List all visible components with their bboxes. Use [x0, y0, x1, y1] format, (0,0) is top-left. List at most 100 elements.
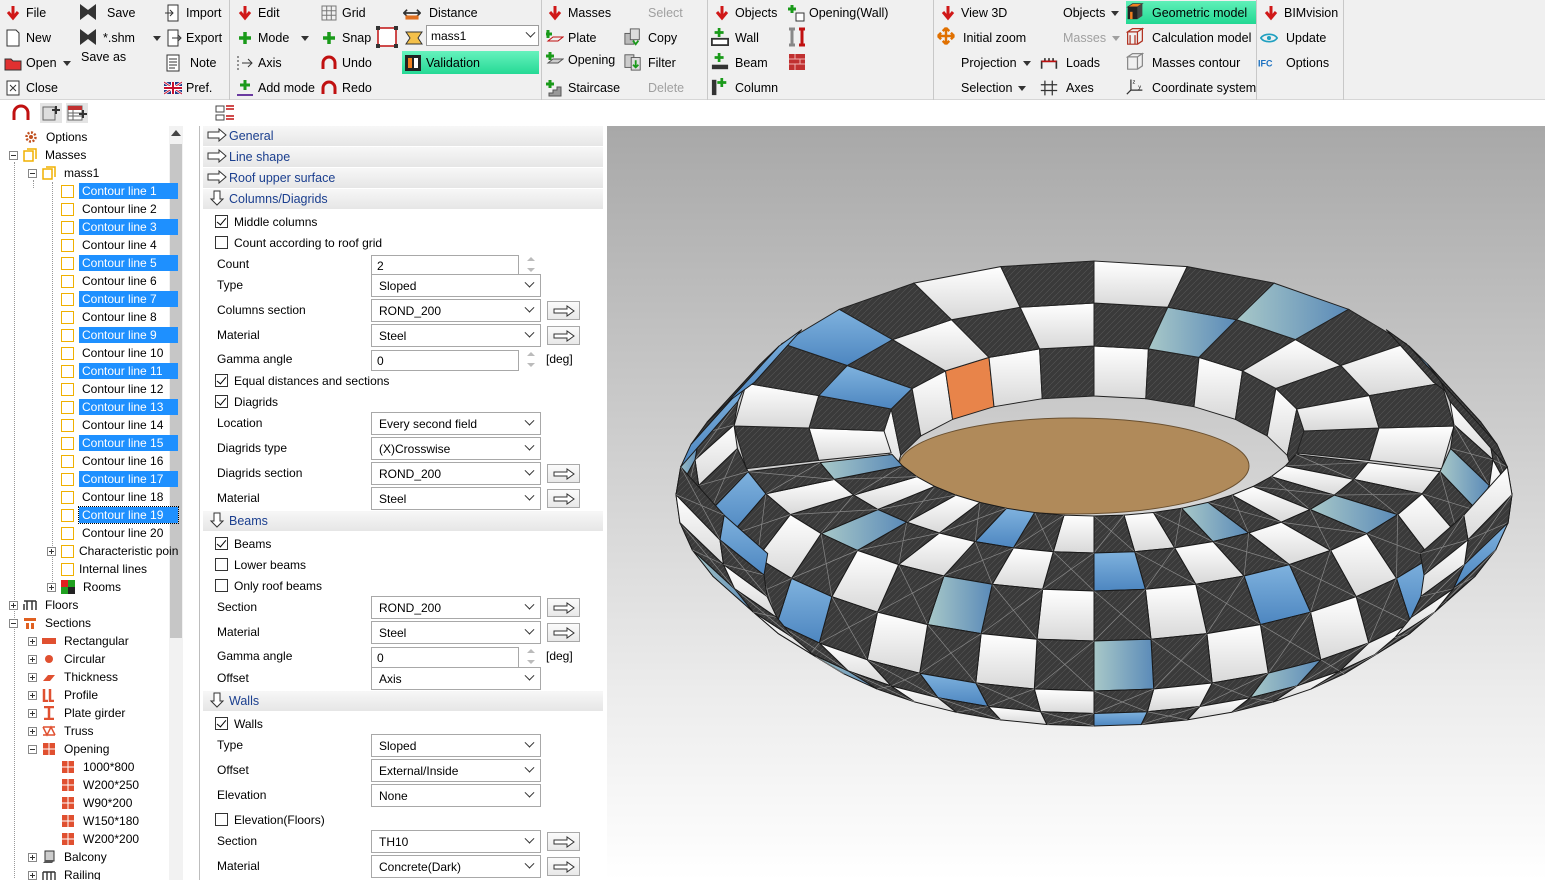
grid-button[interactable]: Grid [320, 2, 366, 24]
tree-node-contour-line[interactable]: Contour line 14 [61, 416, 178, 434]
wall-button[interactable]: Wall [711, 27, 759, 49]
opening-wall-button[interactable]: Opening(Wall) [787, 2, 888, 24]
torus-building-model[interactable] [607, 126, 1545, 880]
tree-node-contour-line[interactable]: Contour line 6 [61, 272, 178, 290]
mode-button[interactable]: Mode [236, 27, 310, 49]
beam-section-arrow-button[interactable] [547, 598, 580, 617]
bimvision-menu[interactable]: BIMvision [1262, 2, 1338, 24]
equal-distances-checkbox[interactable] [215, 374, 228, 387]
tree-node-opening[interactable]: Opening [28, 740, 112, 758]
validation-button[interactable]: Validation [402, 51, 539, 74]
tree-node-thickness[interactable]: Thickness [28, 668, 121, 686]
beam-material-arrow-button[interactable] [547, 623, 580, 642]
projection-dropdown[interactable]: Projection [961, 52, 1031, 74]
copy-button[interactable]: Copy [624, 27, 677, 49]
open-button[interactable]: Open [4, 52, 71, 74]
beam-section-select[interactable]: ROND_200 [371, 596, 541, 619]
lower-beams-checkbox[interactable] [215, 558, 228, 571]
collapse-icon[interactable] [28, 168, 37, 178]
update-button[interactable]: Update [1260, 27, 1326, 49]
save-button[interactable]: Save [79, 2, 136, 24]
beam-button[interactable]: Beam [711, 52, 768, 74]
section-beams[interactable]: Beams [203, 511, 603, 531]
save-as-label[interactable]: Save as [81, 46, 126, 68]
beam-offset-select[interactable]: Axis [371, 667, 541, 690]
expand-icon[interactable] [28, 726, 37, 736]
walls-checkbox[interactable] [215, 717, 228, 730]
tree-node-opening-item[interactable]: 1000*800 [61, 758, 137, 776]
collapse-icon[interactable] [9, 150, 18, 160]
expand-icon[interactable] [28, 690, 37, 700]
tree-node-railing[interactable]: Railing [28, 866, 104, 880]
diagrids-type-select[interactable]: (X)Crosswise [371, 437, 541, 460]
beam-material-select[interactable]: Steel [371, 621, 541, 644]
close-button[interactable]: Close [4, 77, 58, 99]
section-columns-diagrids[interactable]: Columns/Diagrids [203, 189, 603, 209]
diagrids-section-select[interactable]: ROND_200 [371, 462, 541, 485]
location-select[interactable]: Every second field [371, 412, 541, 435]
material-select[interactable]: Steel [371, 324, 541, 347]
expand-icon[interactable] [28, 870, 37, 880]
axis-button[interactable]: Axis [236, 52, 282, 74]
tree-node-contour-line[interactable]: Contour line 18 [61, 488, 178, 506]
tree-node-contour-line[interactable]: Contour line 5 [61, 254, 178, 272]
tree-node-contour-line[interactable]: Contour line 17 [61, 470, 178, 488]
wall-type-select[interactable]: Sloped [371, 734, 541, 757]
tree-node-rectangular[interactable]: Rectangular [28, 632, 132, 650]
tree-node-opening-item[interactable]: W200*250 [61, 776, 142, 794]
ifc-options-button[interactable]: IFC Options [1258, 52, 1329, 74]
beam-gamma-input[interactable]: 0 [371, 647, 519, 668]
tree-node-contour-line[interactable]: Contour line 16 [61, 452, 178, 470]
diagrids-checkbox[interactable] [215, 395, 228, 408]
add-item-icon[interactable] [40, 103, 62, 123]
loads-button[interactable]: Loads [1040, 52, 1100, 74]
gamma-angle-input[interactable]: 0 [371, 350, 519, 371]
wall-material-arrow-button[interactable] [547, 857, 580, 876]
redo-button[interactable]: Redo [320, 77, 372, 99]
tree-node-contour-line[interactable]: Contour line 13 [61, 398, 178, 416]
tree-node-circular[interactable]: Circular [28, 650, 108, 668]
axes-button[interactable]: Axes [1040, 77, 1094, 99]
tree-node-contour-line[interactable]: Contour line 11 [61, 362, 178, 380]
tree-node-truss[interactable]: Truss [28, 722, 97, 740]
beam-gamma-spinner[interactable] [525, 647, 537, 667]
file-menu[interactable]: File [4, 2, 46, 24]
new-button[interactable]: New [4, 27, 51, 49]
objects-menu[interactable]: Objects [713, 2, 777, 24]
material-arrow-button[interactable] [547, 326, 580, 345]
diagrids-section-arrow-button[interactable] [547, 464, 580, 483]
tree-node-mass1[interactable]: mass1 [28, 164, 102, 182]
expand-icon[interactable] [28, 636, 37, 646]
wall-material-select[interactable]: Concrete(Dark) [371, 855, 541, 878]
edit-menu[interactable]: Edit [236, 2, 280, 24]
tree-node-contour-line[interactable]: Contour line 3 [61, 218, 178, 236]
scroll-up-icon[interactable] [171, 130, 181, 136]
tree-node-contour-line[interactable]: Contour line 1 [61, 182, 178, 200]
preferences-button[interactable]: Pref. [164, 77, 212, 99]
tree-node-plate-girder[interactable]: Plate girder [28, 704, 128, 722]
opening-button[interactable]: Opening [546, 49, 615, 71]
expand-icon[interactable] [28, 654, 37, 664]
collapse-icon[interactable] [28, 744, 37, 754]
tree-node-floors[interactable]: Floors [9, 596, 81, 614]
expand-icon[interactable] [47, 546, 56, 556]
objects-dropdown[interactable]: Objects [1063, 2, 1120, 24]
masses-contour-button[interactable]: Masses contour [1126, 52, 1240, 74]
tree-node-sections[interactable]: Sections [9, 614, 94, 632]
collapse-icon[interactable] [9, 618, 18, 628]
tree-node-contour-line[interactable]: Contour line 8 [61, 308, 178, 326]
add-table-icon[interactable] [66, 103, 88, 123]
tree-node-profile[interactable]: Profile [28, 686, 101, 704]
tree-node-contour-line[interactable]: Contour line 20 [61, 524, 178, 542]
columns-section-arrow-button[interactable] [547, 301, 580, 320]
diagrids-material-arrow-button[interactable] [547, 489, 580, 508]
expand-icon[interactable] [28, 852, 37, 862]
tree-node-contour-line[interactable]: Contour line 12 [61, 380, 178, 398]
delete-button[interactable]: Delete [648, 77, 684, 99]
plate-button[interactable]: Plate [546, 27, 597, 49]
brick-wall-icon[interactable] [787, 52, 807, 72]
arc-tool-icon[interactable] [10, 103, 32, 123]
table-view-icon[interactable] [214, 103, 236, 123]
wall-section-select[interactable]: TH10 [371, 830, 541, 853]
masses-menu[interactable]: Masses [546, 2, 611, 24]
